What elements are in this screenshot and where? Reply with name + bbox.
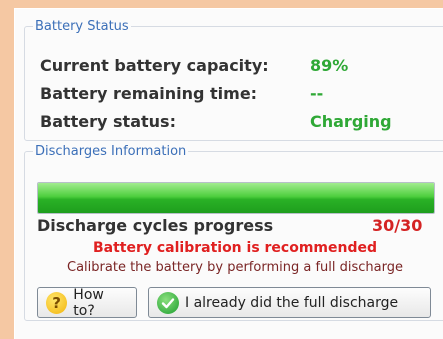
how-to-button-label: How to? [73, 286, 104, 319]
discharge-progress-fill [38, 183, 434, 213]
current-capacity-label: Current battery capacity: [40, 56, 269, 75]
remaining-time-label: Battery remaining time: [40, 84, 258, 103]
current-capacity-value: 89% [310, 56, 349, 75]
battery-status-value: Charging [310, 112, 392, 131]
check-icon [157, 291, 179, 314]
discharge-progress-value: 30/30 [372, 216, 423, 235]
discharge-progress-bar [37, 182, 435, 214]
main-panel: Battery Status Current battery capacity:… [14, 8, 443, 339]
battery-status-legend: Battery Status [35, 19, 129, 34]
remaining-time-value: -- [310, 84, 324, 103]
calibration-hint: Calibrate the battery by performing a fu… [67, 260, 403, 275]
discharges-group: Discharges Information Discharge cycles … [24, 144, 443, 321]
battery-status-group: Battery Status Current battery capacity:… [24, 19, 443, 141]
how-to-button[interactable]: ? How to? [37, 286, 137, 319]
discharges-legend: Discharges Information [35, 144, 187, 159]
calibration-warning: Battery calibration is recommended [92, 240, 378, 256]
help-icon: ? [46, 291, 68, 314]
battery-status-label: Battery status: [40, 112, 176, 131]
already-discharged-button-label: I already did the full discharge [185, 294, 399, 311]
already-discharged-button[interactable]: I already did the full discharge [148, 287, 431, 318]
discharge-progress-label: Discharge cycles progress [37, 216, 274, 235]
